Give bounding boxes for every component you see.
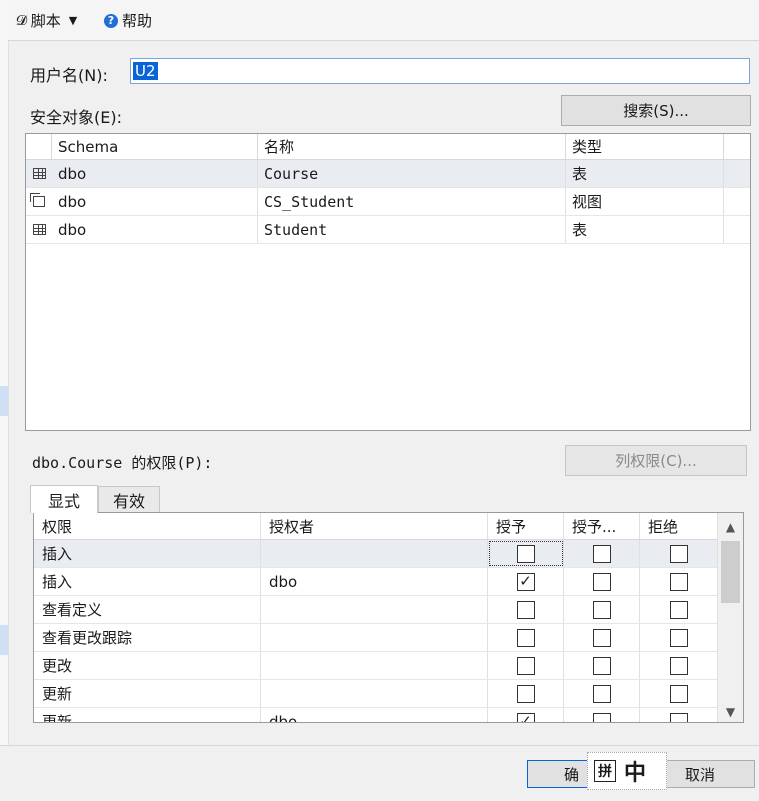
cell-grantor: dbo [261, 708, 488, 722]
table-icon [32, 168, 46, 179]
script-icon: 𝓓 [16, 12, 27, 29]
username-value: U2 [133, 62, 158, 80]
deny-checkbox[interactable] [669, 544, 688, 563]
with-grant-checkbox[interactable] [592, 656, 611, 675]
permission-row[interactable]: 查看更改跟踪 [34, 624, 718, 652]
cell-name: CS_Student [258, 188, 566, 215]
column-header-name[interactable]: 名称 [258, 134, 566, 159]
cell-permission: 插入 [34, 540, 261, 567]
table-row[interactable]: dbo Course 表 [26, 160, 750, 188]
tab-explicit[interactable]: 显式 [30, 485, 98, 513]
scroll-up-icon[interactable]: ▲ [718, 516, 743, 538]
username-field[interactable]: U2 [130, 58, 750, 84]
cell-grantor: dbo [261, 568, 488, 595]
tab-effective[interactable]: 有效 [98, 486, 160, 512]
grant-checkbox[interactable]: ✓ [516, 712, 535, 722]
permission-row[interactable]: 插入 [34, 540, 718, 568]
deny-checkbox[interactable] [669, 628, 688, 647]
cell-grantor [261, 596, 488, 623]
cell-type: 视图 [566, 188, 724, 215]
column-header-grant[interactable]: 授予 [488, 513, 564, 539]
search-button[interactable]: 搜索(S)... [561, 95, 751, 126]
cell-type: 表 [566, 160, 724, 187]
permission-row[interactable]: 更新 dbo ✓ [34, 708, 718, 722]
permission-row[interactable]: 更改 [34, 652, 718, 680]
script-menu[interactable]: 𝓓 脚本 ▼ [16, 10, 77, 31]
help-button[interactable]: ? 帮助 [104, 10, 152, 31]
permission-row[interactable]: 更新 [34, 680, 718, 708]
left-edge-strip [0, 0, 9, 745]
column-header-grantor[interactable]: 授权者 [261, 513, 488, 539]
script-label: 脚本 [30, 12, 61, 30]
grant-checkbox[interactable] [516, 684, 535, 703]
permissions-grid: 权限 授权者 授予 授予... 拒绝 插入 插入 dbo ✓ 查看定义 查看更改跟踪 更改更… [33, 512, 744, 723]
permission-row[interactable]: 查看定义 [34, 596, 718, 624]
table-icon [32, 224, 46, 235]
cell-permission: 更新 [34, 680, 261, 707]
cell-permission: 查看更改跟踪 [34, 624, 261, 651]
column-header-permission[interactable]: 权限 [34, 513, 261, 539]
with-grant-checkbox[interactable] [592, 600, 611, 619]
grant-checkbox[interactable] [516, 656, 535, 675]
vertical-scrollbar[interactable]: ▲ ▼ [717, 513, 743, 722]
help-label: 帮助 [122, 12, 153, 30]
grant-checkbox[interactable] [516, 544, 535, 563]
cell-grantor [261, 652, 488, 679]
edge-marker [0, 386, 8, 416]
cell-name: Student [258, 216, 566, 243]
securables-label: 安全对象(E): [30, 108, 122, 127]
deny-checkbox[interactable] [669, 572, 688, 591]
table-row[interactable]: dbo Student 表 [26, 216, 750, 244]
column-header-schema[interactable]: Schema [52, 134, 258, 159]
cell-permission: 查看定义 [34, 596, 261, 623]
cell-name: Course [258, 160, 566, 187]
grant-checkbox[interactable] [516, 600, 535, 619]
deny-checkbox[interactable] [669, 656, 688, 675]
cell-permission: 更新 [34, 708, 261, 722]
cell-grantor [261, 540, 488, 567]
permissions-label: dbo.Course 的权限(P): [32, 454, 213, 472]
securables-grid: Schema 名称 类型 dbo Course 表 dbo CS_Student… [25, 133, 751, 431]
toolbar: 𝓓 脚本 ▼ ? 帮助 [8, 0, 759, 41]
column-header-deny[interactable]: 拒绝 [640, 513, 718, 539]
with-grant-checkbox[interactable] [592, 628, 611, 647]
grant-checkbox[interactable]: ✓ [516, 572, 535, 591]
dropdown-arrow-icon: ▼ [68, 14, 78, 27]
with-grant-checkbox[interactable] [592, 572, 611, 591]
ime-mode-label: 中 [624, 761, 647, 786]
username-label: 用户名(N): [30, 66, 108, 85]
cell-schema: dbo [52, 160, 258, 187]
column-permissions-button[interactable]: 列权限(C)... [565, 445, 747, 476]
with-grant-checkbox[interactable] [592, 712, 611, 722]
cell-grantor [261, 624, 488, 651]
deny-checkbox[interactable] [669, 684, 688, 703]
table-row[interactable]: dbo CS_Student 视图 [26, 188, 750, 216]
permissions-header-row: 权限 授权者 授予 授予... 拒绝 [34, 513, 718, 540]
cell-permission: 插入 [34, 568, 261, 595]
securables-header-row: Schema 名称 类型 [26, 134, 750, 160]
column-header-type[interactable]: 类型 [566, 134, 724, 159]
scrollbar-thumb[interactable] [721, 541, 740, 603]
cell-schema: dbo [52, 216, 258, 243]
column-header-with-grant[interactable]: 授予... [564, 513, 640, 539]
grant-checkbox[interactable] [516, 628, 535, 647]
permission-row[interactable]: 插入 dbo ✓ [34, 568, 718, 596]
cell-grantor [261, 680, 488, 707]
with-grant-checkbox[interactable] [592, 684, 611, 703]
edge-marker [0, 625, 8, 655]
deny-checkbox[interactable] [669, 712, 688, 722]
cell-permission: 更改 [34, 652, 261, 679]
cell-schema: dbo [52, 188, 258, 215]
scroll-down-icon[interactable]: ▼ [718, 701, 743, 722]
pinyin-icon: 拼 [594, 760, 616, 782]
view-icon [30, 193, 45, 207]
help-icon: ? [104, 13, 118, 28]
deny-checkbox[interactable] [669, 600, 688, 619]
cell-type: 表 [566, 216, 724, 243]
ime-indicator[interactable]: 拼 中 [587, 752, 667, 790]
with-grant-checkbox[interactable] [592, 544, 611, 563]
